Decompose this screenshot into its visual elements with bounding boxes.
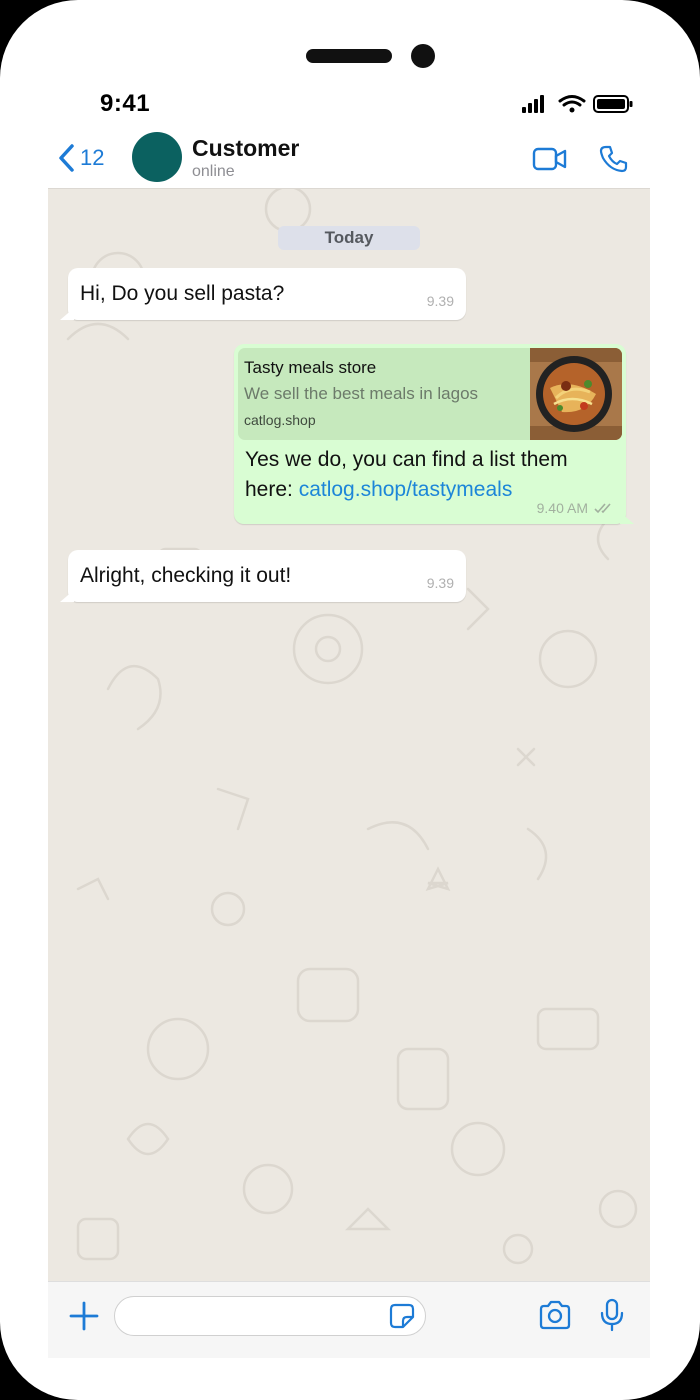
status-time: 9:41 <box>100 90 151 117</box>
video-call-button[interactable] <box>532 146 568 172</box>
chat-header: 12 Customer online <box>48 126 650 188</box>
voice-call-button[interactable] <box>598 144 628 174</box>
video-camera-icon <box>532 147 567 171</box>
status-icons <box>522 95 633 113</box>
unread-count: 12 <box>80 145 105 170</box>
message-text: Hi, Do you sell pasta? <box>80 282 285 305</box>
camera-button[interactable] <box>538 1300 572 1330</box>
message-time: 9.40 AM <box>536 500 588 516</box>
bubble-tail <box>60 590 74 602</box>
camera-icon <box>539 1300 571 1330</box>
message-link[interactable]: catlog.shop/tastymeals <box>299 478 513 501</box>
message-time: 9.39 <box>426 575 454 591</box>
plus-icon <box>69 1301 99 1331</box>
chat-area[interactable]: Today Hi, Do you sell pasta? 9.39 Tasty … <box>48 188 650 1281</box>
sticker-button[interactable] <box>389 1303 415 1329</box>
front-camera <box>411 44 435 68</box>
signal-icon <box>522 95 544 113</box>
message-time: 9.39 <box>426 293 454 309</box>
message-text: Yes we do, you can find a list them here… <box>245 445 617 505</box>
back-button[interactable]: 12 <box>58 142 104 174</box>
chevron-left-icon <box>59 144 74 172</box>
link-preview-thumbnail <box>530 348 622 440</box>
phone-frame: 9:41 12 Customer online Today Hi, Do you… <box>0 0 700 1400</box>
incoming-message[interactable]: Alright, checking it out! 9.39 <box>60 550 466 602</box>
wifi-icon <box>558 95 586 113</box>
microphone-button[interactable] <box>600 1298 624 1332</box>
avatar[interactable] <box>132 132 182 182</box>
bubble-tail <box>60 308 74 320</box>
sticker-icon <box>389 1303 415 1329</box>
contact-name[interactable]: Customer <box>192 135 299 162</box>
battery-icon <box>593 95 633 113</box>
link-preview[interactable]: Tasty meals store We sell the best meals… <box>238 348 622 440</box>
message-text: Alright, checking it out! <box>80 564 292 587</box>
message-input-bar <box>48 1281 650 1358</box>
contact-status: online <box>192 163 235 180</box>
double-check-icon <box>594 503 611 514</box>
attach-button[interactable] <box>68 1300 100 1332</box>
message-meta: 9.40 AM <box>537 500 616 516</box>
outgoing-message[interactable]: Tasty meals store We sell the best meals… <box>234 344 634 524</box>
message-input[interactable] <box>114 1296 426 1336</box>
date-separator: Today <box>278 226 420 250</box>
phone-speaker <box>306 49 392 63</box>
phone-icon <box>599 145 628 173</box>
microphone-icon <box>600 1298 624 1332</box>
link-preview-title: Tasty meals store <box>244 358 377 377</box>
incoming-message[interactable]: Hi, Do you sell pasta? 9.39 <box>60 268 466 320</box>
link-preview-description: We sell the best meals in lagos <box>244 384 479 403</box>
bubble-tail <box>620 512 634 524</box>
link-preview-domain: catlog.shop <box>244 412 316 428</box>
